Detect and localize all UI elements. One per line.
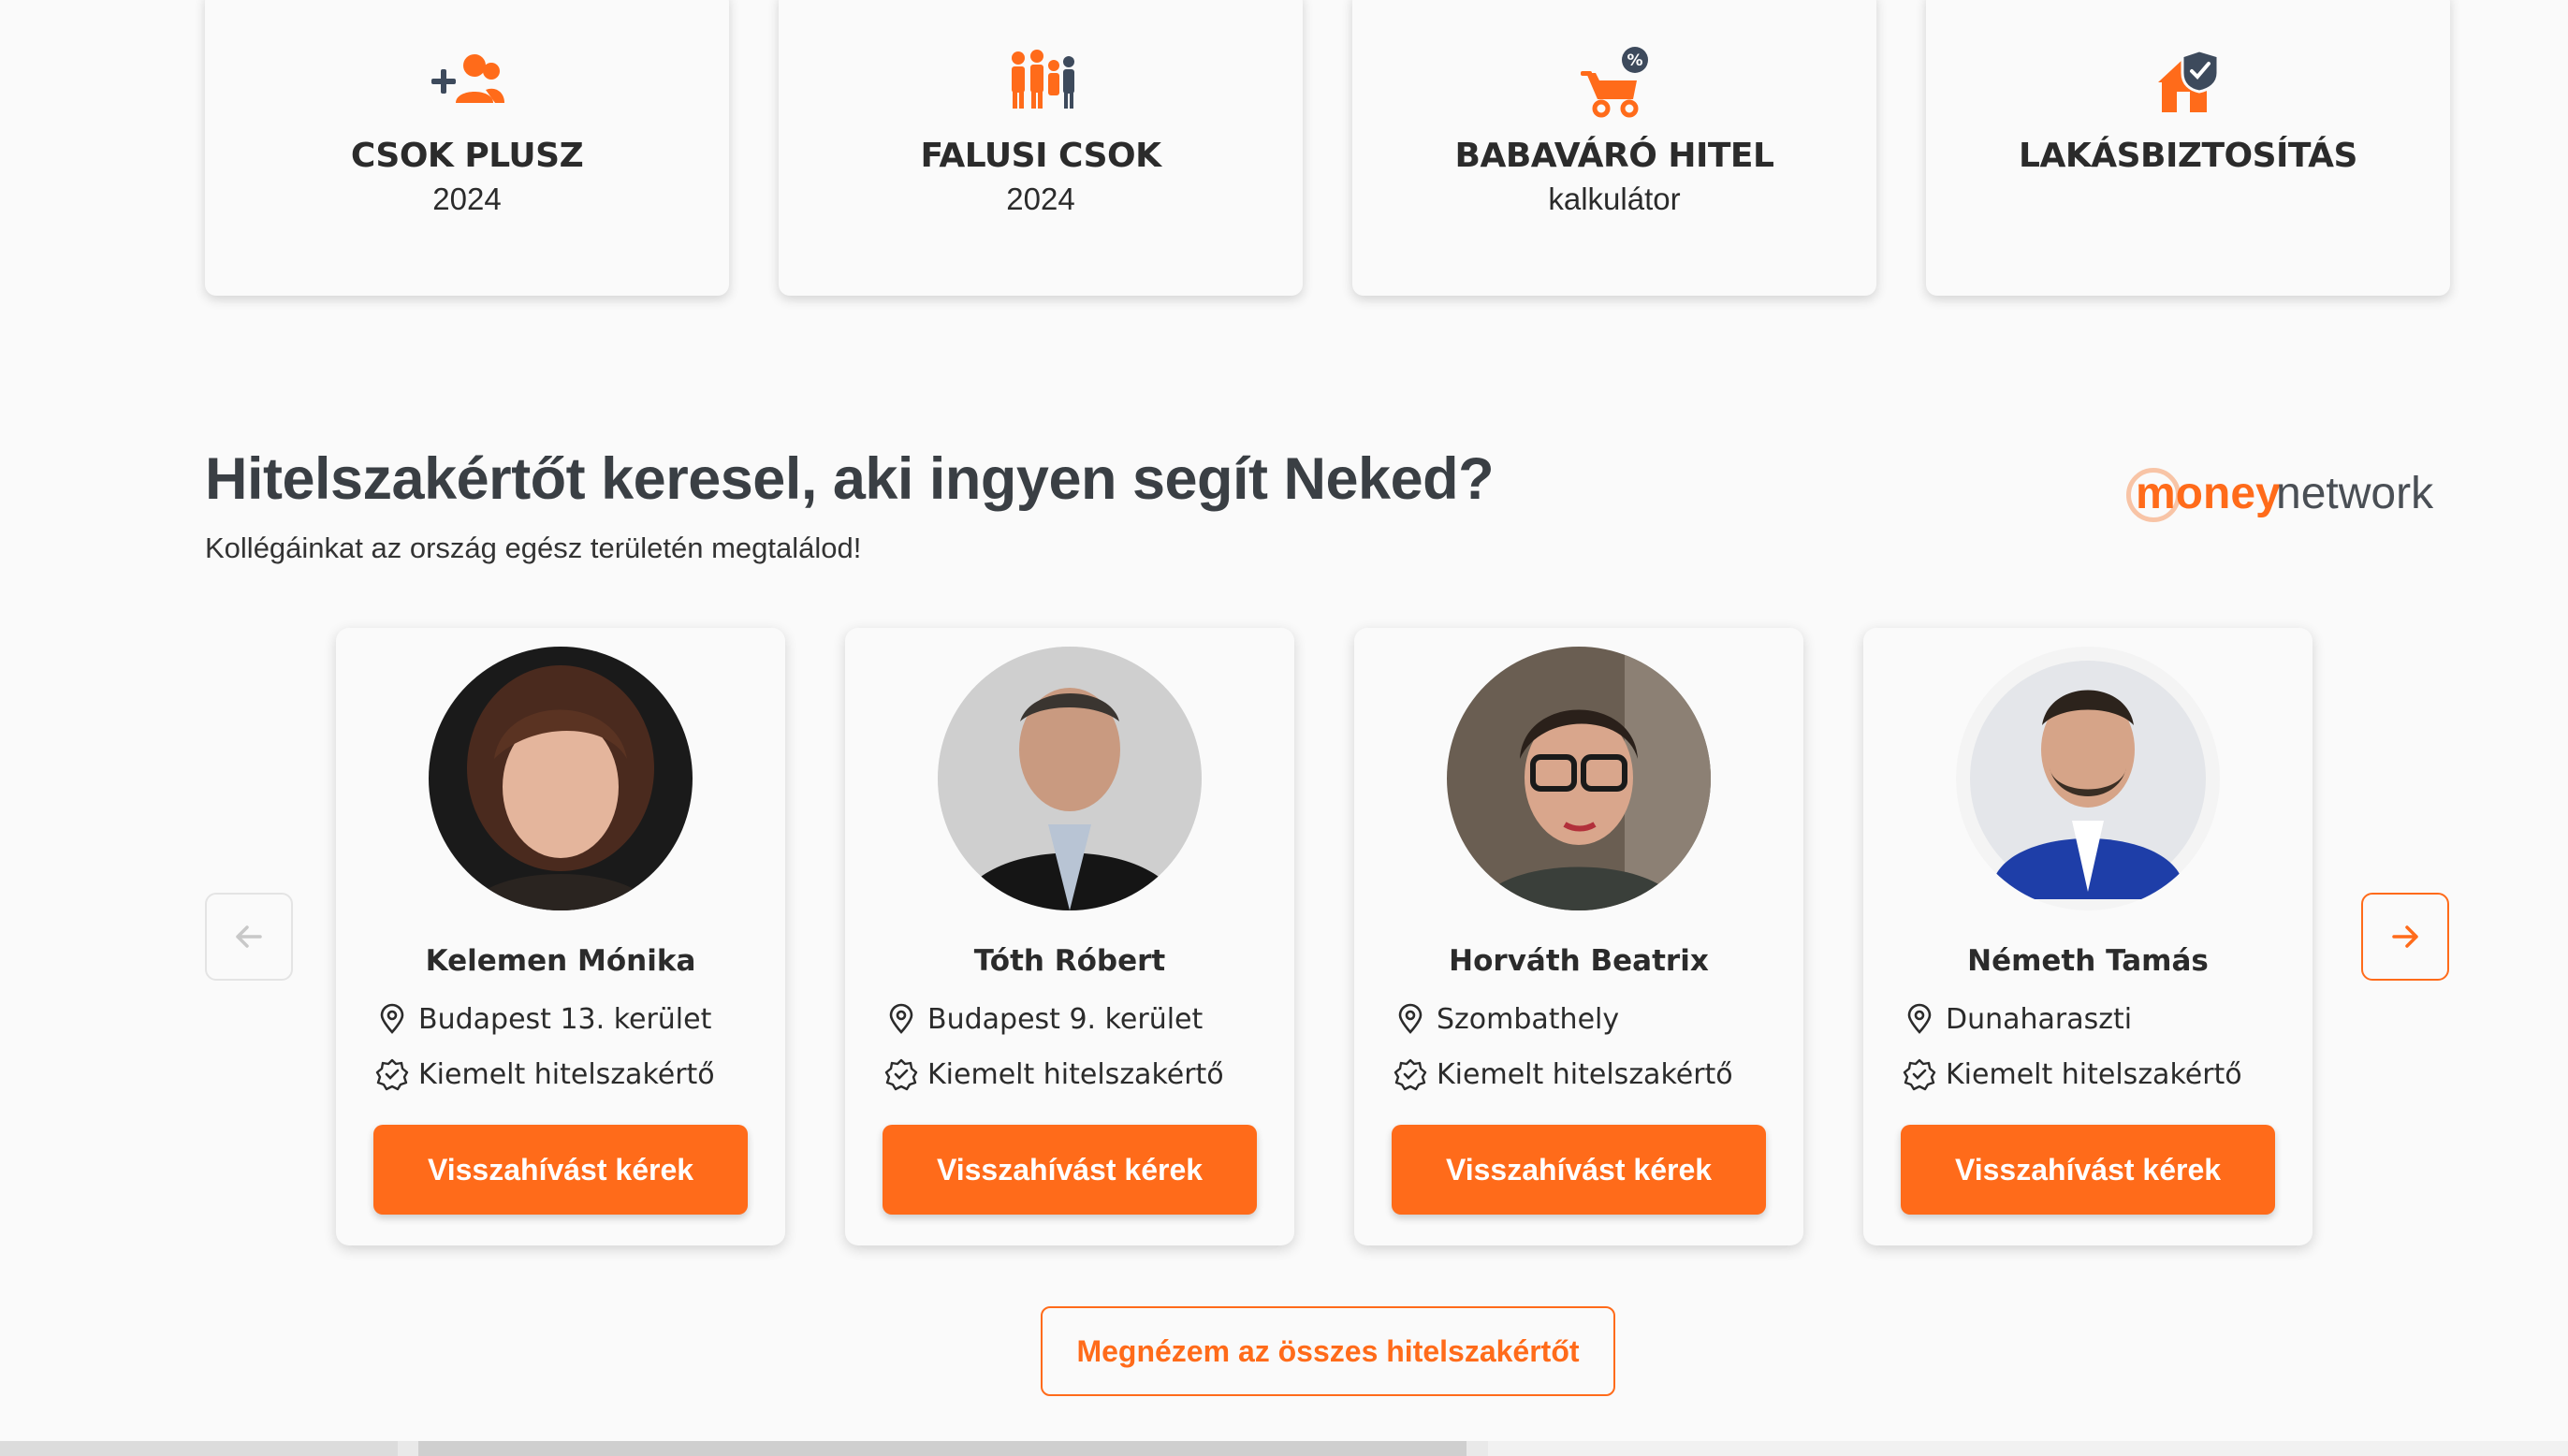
- svg-text:%: %: [1627, 51, 1642, 70]
- expert-badge-text: Kiemelt hitelszakértő: [1946, 1057, 2242, 1091]
- expert-location-text: Budapest 9. kerület: [927, 1002, 1204, 1036]
- expert-name: Tóth Róbert: [973, 944, 1166, 978]
- expert-location: Szombathely: [1393, 1000, 1794, 1038]
- callback-button[interactable]: Visszahívást kérek: [373, 1125, 748, 1215]
- verified-badge-icon: [884, 1058, 918, 1091]
- arrow-left-icon: [236, 925, 262, 948]
- expert-card: Tóth Róbert Budapest 9. kerület Kiemelt …: [845, 628, 1294, 1245]
- expert-badge-text: Kiemelt hitelszakértő: [418, 1057, 715, 1091]
- expert-name: Németh Tamás: [1967, 944, 2209, 978]
- category-subtitle: kalkulátor: [1548, 182, 1681, 216]
- logo-money-text: money: [2136, 469, 2281, 518]
- category-title: BABAVÁRÓ HITEL: [1454, 137, 1774, 175]
- callback-button[interactable]: Visszahívást kérek: [1901, 1125, 2275, 1215]
- house-shield-icon: [2158, 49, 2220, 112]
- expert-location-text: Dunaharaszti: [1946, 1002, 2133, 1036]
- category-card-csok-plusz[interactable]: CSOK PLUSZ 2024: [205, 0, 729, 296]
- section-subtitle: Kollégáinkat az ország egész területén m…: [205, 531, 862, 564]
- expert-card: Horváth Beatrix Szombathely Kiemelt hite…: [1354, 628, 1803, 1245]
- expert-badge: Kiemelt hitelszakértő: [884, 1056, 1285, 1093]
- expert-avatar: [938, 647, 1202, 910]
- location-pin-icon: [380, 1003, 404, 1034]
- carousel-prev-button[interactable]: [205, 893, 293, 981]
- category-title: LAKÁSBIZTOSÍTÁS: [2019, 137, 2357, 175]
- arrow-right-icon: [2392, 925, 2418, 948]
- expert-badge: Kiemelt hitelszakértő: [375, 1056, 776, 1093]
- family-village-icon: [1012, 50, 1074, 109]
- verified-badge-icon: [375, 1058, 409, 1091]
- expert-badge: Kiemelt hitelszakértő: [1903, 1056, 2303, 1093]
- section-title: Hitelszakértőt keresel, aki ingyen segít…: [205, 446, 1495, 512]
- expert-location-text: Szombathely: [1437, 1002, 1620, 1036]
- expert-card: Kelemen Mónika Budapest 13. kerület Kiem…: [336, 628, 785, 1245]
- verified-badge-icon: [1393, 1058, 1427, 1091]
- expert-badge-text: Kiemelt hitelszakértő: [1437, 1057, 1733, 1091]
- expert-name: Horváth Beatrix: [1449, 944, 1709, 978]
- category-subtitle: 2024: [1006, 182, 1075, 216]
- expert-location: Budapest 13. kerület: [375, 1000, 776, 1038]
- family-add-icon: [431, 54, 504, 103]
- location-pin-icon: [889, 1003, 913, 1034]
- expert-name: Kelemen Mónika: [425, 944, 696, 978]
- callback-button[interactable]: Visszahívást kérek: [883, 1125, 1257, 1215]
- location-pin-icon: [1907, 1003, 1932, 1034]
- expert-location: Dunaharaszti: [1903, 1000, 2303, 1038]
- carousel-next-button[interactable]: [2361, 893, 2449, 981]
- category-title: CSOK PLUSZ: [350, 137, 584, 175]
- category-card-babavaro-hitel[interactable]: % BABAVÁRÓ HITEL kalkulátor: [1352, 0, 1876, 296]
- expert-avatar: [1956, 647, 2220, 910]
- expert-badge-text: Kiemelt hitelszakértő: [927, 1057, 1224, 1091]
- expert-location-text: Budapest 13. kerület: [418, 1002, 712, 1036]
- expert-location: Budapest 9. kerület: [884, 1000, 1285, 1038]
- category-subtitle: 2024: [432, 182, 502, 216]
- category-card-lakasbiztositas[interactable]: LAKÁSBIZTOSÍTÁS: [1926, 0, 2450, 296]
- callback-button[interactable]: Visszahívást kérek: [1392, 1125, 1766, 1215]
- category-row: CSOK PLUSZ 2024 FALUSI CSOK 2024 % BABAV…: [205, 0, 2451, 296]
- stroller-percent-icon: %: [1581, 47, 1648, 118]
- expert-avatar: [1447, 647, 1711, 910]
- category-card-falusi-csok[interactable]: FALUSI CSOK 2024: [779, 0, 1303, 296]
- verified-badge-icon: [1903, 1058, 1936, 1091]
- logo-network-text: network: [2276, 469, 2434, 518]
- expert-badge: Kiemelt hitelszakértő: [1393, 1056, 1794, 1093]
- expert-card: Németh Tamás Dunaharaszti Kiemelt hitels…: [1863, 628, 2313, 1245]
- category-title: FALUSI CSOK: [920, 137, 1161, 175]
- bottom-partial-strip: [0, 1441, 2568, 1456]
- expert-avatar: [429, 647, 693, 910]
- location-pin-icon: [1398, 1003, 1423, 1034]
- view-all-experts-button[interactable]: Megnézem az összes hitelszakértőt: [1041, 1306, 1615, 1396]
